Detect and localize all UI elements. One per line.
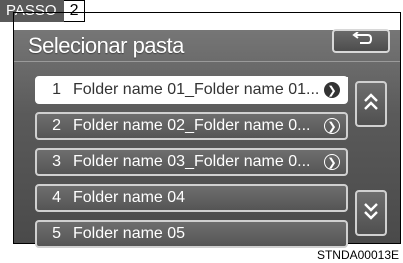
scroll-down-button[interactable] [355,190,387,236]
double-chevron-down-icon [363,201,379,226]
screen-title: Selecionar pasta [28,33,184,58]
item-number: 2 [52,117,61,134]
scroll-up-button[interactable] [355,81,387,127]
list-item[interactable]: 4 Folder name 04 [35,184,348,212]
item-number: 3 [52,153,61,170]
item-name: Folder name 02_Folder name 0... [73,117,311,134]
item-number: 4 [52,189,61,206]
list-item[interactable]: 1 Folder name 01_Folder name 01... ❯ [35,76,348,104]
back-button[interactable] [332,29,390,53]
chevron-right-icon: ❯ [324,82,340,98]
item-name: Folder name 03_Folder name 0... [73,153,311,170]
chevron-right-icon: ❯ [324,118,340,134]
chevron-right-icon: ❯ [324,154,340,170]
item-number: 1 [52,81,61,98]
list-item[interactable]: 2 Folder name 02_Folder name 0... ❯ [35,112,348,140]
item-number: 5 [52,225,61,242]
title-divider [14,61,400,62]
item-name: Folder name 05 [73,225,186,242]
list-item[interactable]: 5 Folder name 05 [35,220,348,248]
item-name: Folder name 01_Folder name 01... [73,81,318,98]
double-chevron-up-icon [363,92,379,117]
scroll-position-indicator [345,77,348,91]
return-arrow-icon [350,30,373,51]
list-item[interactable]: 3 Folder name 03_Folder name 0... ❯ [35,148,348,176]
figure-code: STNDA00013E [316,248,399,262]
item-name: Folder name 04 [73,189,186,206]
